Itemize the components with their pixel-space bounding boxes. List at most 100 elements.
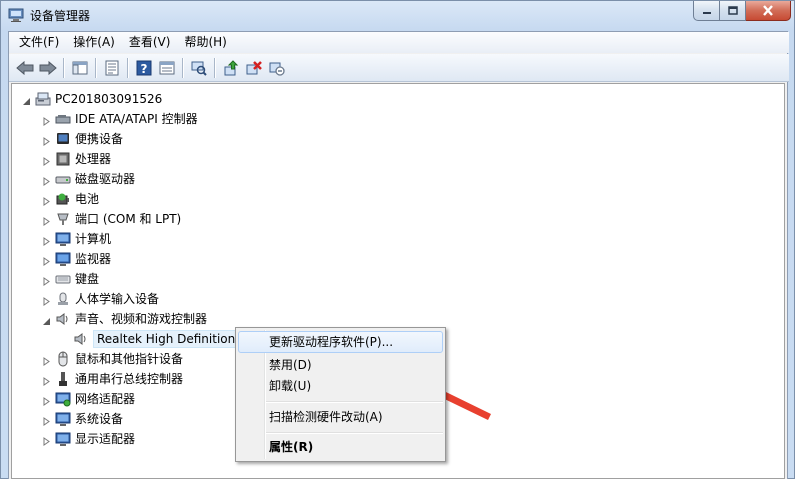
help-button[interactable]: ? bbox=[132, 57, 155, 79]
expand-triangle-icon[interactable] bbox=[42, 135, 51, 146]
ctx-update-driver[interactable]: 更新驱动程序软件(P)... bbox=[238, 331, 443, 353]
hid-icon bbox=[55, 291, 71, 307]
tree-category-item[interactable]: 鼠标和其他指针设备 bbox=[42, 350, 183, 368]
expand-triangle-icon[interactable] bbox=[42, 195, 51, 206]
expand-triangle-icon[interactable] bbox=[42, 235, 51, 246]
maximize-button[interactable] bbox=[720, 1, 746, 21]
port-icon bbox=[55, 211, 71, 227]
tree-category-item[interactable]: IDE ATA/ATAPI 控制器 bbox=[42, 110, 198, 128]
tree-item-label: 监视器 bbox=[75, 252, 112, 266]
properties-icon bbox=[105, 60, 118, 75]
tree-category-item[interactable]: 监视器 bbox=[42, 250, 111, 268]
forward-icon bbox=[39, 60, 57, 75]
ctx-disable[interactable]: 禁用(D) bbox=[238, 354, 443, 376]
tree-category-item[interactable]: 人体学输入设备 bbox=[42, 290, 159, 308]
mouse-icon bbox=[55, 351, 71, 367]
tree-item-label: 鼠标和其他指针设备 bbox=[75, 352, 184, 366]
ctx-properties[interactable]: 属性(R) bbox=[238, 436, 443, 458]
maximize-icon bbox=[727, 6, 738, 15]
minimize-button[interactable] bbox=[693, 1, 720, 21]
scan-hardware-button[interactable] bbox=[187, 57, 210, 79]
tree-item-label: 磁盘驱动器 bbox=[75, 172, 136, 186]
tree-category-item[interactable]: 系统设备 bbox=[42, 410, 123, 428]
ctx-uninstall[interactable]: 卸载(U) bbox=[238, 375, 443, 397]
window-controls bbox=[693, 1, 791, 21]
tree-item-label: 显示适配器 bbox=[75, 432, 136, 446]
tree-item-label: Realtek High Definition A bbox=[93, 330, 252, 348]
view-button[interactable] bbox=[155, 57, 178, 79]
menu-file[interactable]: 文件(F) bbox=[12, 33, 66, 52]
tree-category-item[interactable]: 计算机 bbox=[42, 230, 111, 248]
tree-device-item[interactable]: Realtek High Definition A bbox=[60, 330, 252, 348]
expand-triangle-icon[interactable] bbox=[42, 215, 51, 226]
expand-triangle-icon[interactable] bbox=[42, 415, 51, 426]
help-icon: ? bbox=[136, 60, 151, 76]
update-driver-button[interactable] bbox=[219, 57, 242, 79]
tree-item-label: 处理器 bbox=[75, 152, 112, 166]
tree-root[interactable]: PC201803091526 bbox=[22, 90, 162, 108]
scan-hardware-icon bbox=[191, 61, 207, 76]
tree-category-item[interactable]: 键盘 bbox=[42, 270, 99, 288]
expand-triangle-icon[interactable] bbox=[42, 375, 51, 386]
expand-triangle-icon[interactable] bbox=[42, 255, 51, 266]
keyboard-icon bbox=[55, 271, 71, 287]
menu-help[interactable]: 帮助(H) bbox=[177, 33, 233, 52]
view-icon bbox=[159, 61, 174, 74]
properties-button[interactable] bbox=[100, 57, 123, 79]
tree-category-item[interactable]: 电池 bbox=[42, 190, 99, 208]
tree-category-item[interactable]: 通用串行总线控制器 bbox=[42, 370, 183, 388]
processor-icon bbox=[55, 151, 71, 167]
speaker-icon bbox=[73, 331, 89, 347]
monitor-icon bbox=[55, 251, 71, 267]
device-manager-window: 设备管理器 文件(F) 操作(A) 查看(V) 帮助(H) ? PC201803… bbox=[0, 0, 795, 479]
menu-bar: 文件(F) 操作(A) 查看(V) 帮助(H) bbox=[9, 32, 789, 53]
context-menu-separator bbox=[266, 401, 443, 402]
collapse-triangle-icon[interactable] bbox=[42, 315, 51, 325]
collapse-triangle-icon[interactable] bbox=[22, 95, 31, 105]
tree-category-item[interactable]: 声音、视频和游戏控制器 bbox=[42, 310, 207, 328]
tree-item-label: 键盘 bbox=[75, 272, 100, 286]
tree-category-item[interactable]: 端口 (COM 和 LPT) bbox=[42, 210, 181, 228]
tree-category-item[interactable]: 磁盘驱动器 bbox=[42, 170, 135, 188]
usb-icon bbox=[55, 371, 71, 387]
expand-triangle-icon[interactable] bbox=[42, 295, 51, 306]
menu-action[interactable]: 操作(A) bbox=[66, 33, 122, 52]
svg-text:?: ? bbox=[140, 62, 147, 76]
tree-category-item[interactable]: 网络适配器 bbox=[42, 390, 135, 408]
system-device-icon bbox=[55, 411, 71, 427]
window-title: 设备管理器 bbox=[30, 9, 91, 23]
disk-drive-icon bbox=[55, 171, 71, 187]
menu-view[interactable]: 查看(V) bbox=[122, 33, 178, 52]
tree-category-item[interactable]: 便携设备 bbox=[42, 130, 123, 148]
expand-triangle-icon[interactable] bbox=[42, 155, 51, 166]
expand-triangle-icon[interactable] bbox=[42, 275, 51, 286]
uninstall-button[interactable] bbox=[242, 57, 265, 79]
ctx-scan-hardware[interactable]: 扫描检测硬件改动(A) bbox=[238, 406, 443, 428]
tree-item-label: 电池 bbox=[75, 192, 100, 206]
tree-category-item[interactable]: 显示适配器 bbox=[42, 430, 135, 448]
expand-triangle-icon[interactable] bbox=[42, 175, 51, 186]
tree-item-label: 系统设备 bbox=[75, 412, 124, 426]
show-hide-tree-button[interactable] bbox=[68, 57, 91, 79]
network-adapter-icon bbox=[55, 391, 71, 407]
disable-button[interactable] bbox=[265, 57, 288, 79]
portable-device-icon bbox=[55, 131, 71, 147]
battery-icon bbox=[55, 191, 71, 207]
tree-category-item[interactable]: 处理器 bbox=[42, 150, 111, 168]
expand-triangle-icon[interactable] bbox=[42, 435, 51, 446]
tree-item-label: 声音、视频和游戏控制器 bbox=[75, 312, 208, 326]
tree-item-label: 端口 (COM 和 LPT) bbox=[75, 212, 182, 226]
title-bar[interactable]: 设备管理器 bbox=[1, 1, 795, 31]
tree-item-label: 便携设备 bbox=[75, 132, 124, 146]
computer-root-icon bbox=[35, 91, 51, 107]
close-button[interactable] bbox=[746, 1, 791, 21]
expand-triangle-icon[interactable] bbox=[42, 355, 51, 366]
toolbar-separator bbox=[63, 57, 64, 78]
back-button[interactable] bbox=[13, 57, 36, 79]
forward-button[interactable] bbox=[36, 57, 59, 79]
sound-icon bbox=[55, 311, 71, 327]
expand-triangle-icon[interactable] bbox=[42, 395, 51, 406]
expand-triangle-icon[interactable] bbox=[42, 115, 51, 126]
tree-item-label: 计算机 bbox=[75, 232, 112, 246]
